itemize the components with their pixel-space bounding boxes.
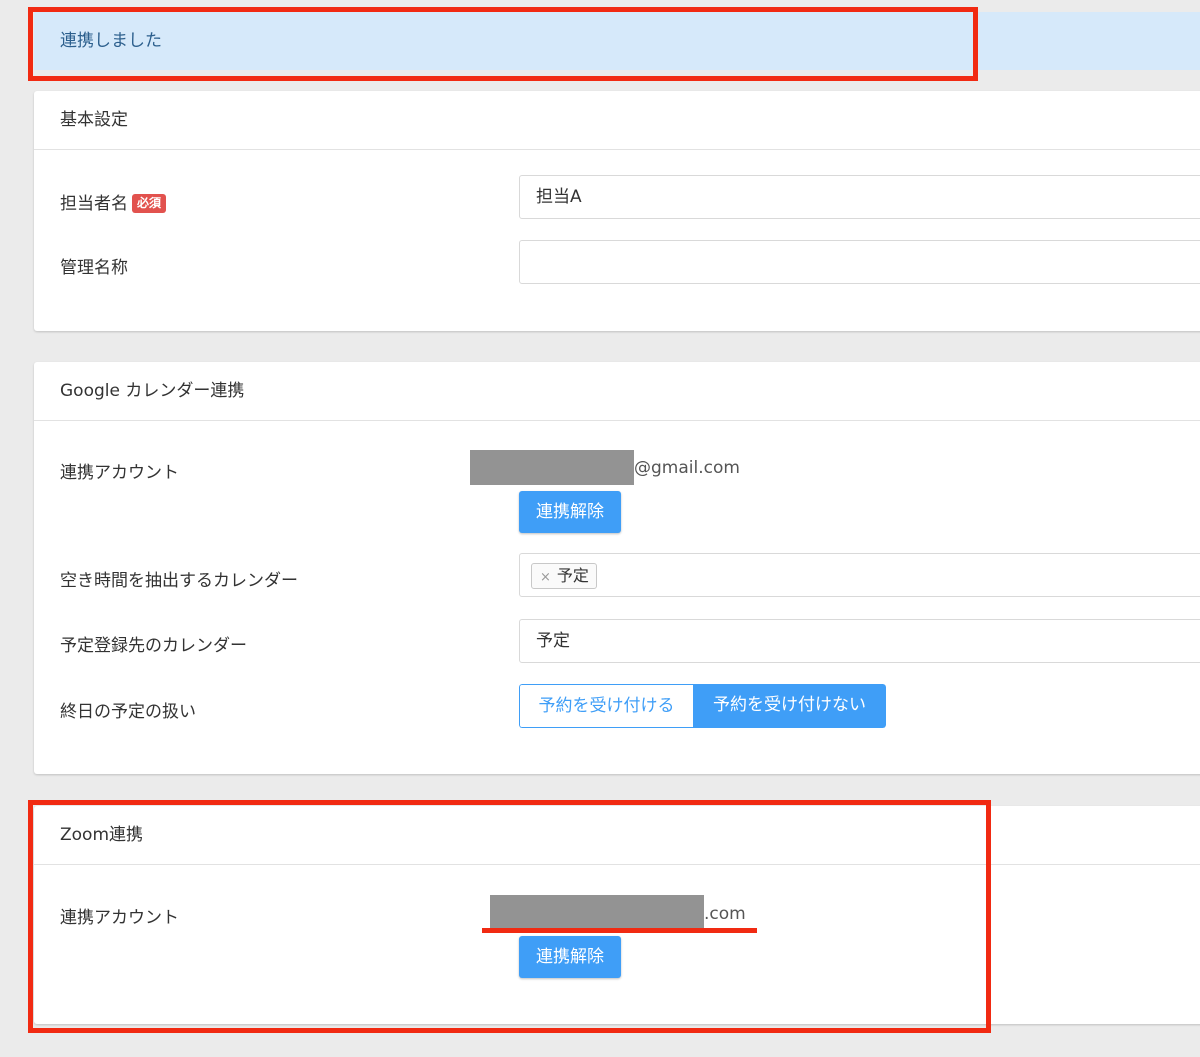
free-calendar-label: 空き時間を抽出するカレンダー	[60, 571, 298, 591]
calendar-tag: × 予定	[531, 563, 597, 589]
panel-title: 基本設定	[34, 91, 1200, 150]
basic-settings-panel: 基本設定 担当者名 必須 担当A 管理名称	[34, 91, 1200, 331]
redacted-email	[470, 450, 634, 485]
success-alert: 連携しました	[34, 12, 1200, 70]
required-badge: 必須	[132, 194, 167, 213]
zoom-panel: Zoom連携 連携アカウント .com 連携解除	[34, 806, 1200, 1024]
register-calendar-select[interactable]: 予定	[519, 619, 1200, 663]
google-account-email: @gmail.com	[634, 458, 740, 478]
allday-toggle: 予約を受け付ける 予約を受け付けない	[519, 684, 886, 728]
panel-title: Google カレンダー連携	[34, 362, 1200, 421]
google-unlink-button[interactable]: 連携解除	[519, 491, 621, 533]
zoom-account-label: 連携アカウント	[60, 908, 179, 928]
redacted-email	[490, 895, 704, 930]
allday-option-accept[interactable]: 予約を受け付ける	[519, 684, 693, 728]
admin-name-input[interactable]	[519, 240, 1200, 284]
admin-name-label: 管理名称	[60, 258, 128, 278]
allday-label: 終日の予定の扱い	[60, 702, 196, 722]
person-name-label: 担当者名 必須	[60, 189, 167, 214]
google-account-label: 連携アカウント	[60, 463, 179, 483]
register-calendar-label: 予定登録先のカレンダー	[60, 636, 247, 656]
panel-title: Zoom連携	[34, 806, 1200, 865]
allday-option-reject[interactable]: 予約を受け付けない	[693, 684, 886, 728]
zoom-account-email: .com	[704, 904, 746, 924]
remove-tag-icon[interactable]: ×	[540, 570, 551, 585]
zoom-unlink-button[interactable]: 連携解除	[519, 936, 621, 978]
person-name-input[interactable]: 担当A	[519, 175, 1200, 219]
free-calendar-select[interactable]: × 予定	[519, 553, 1200, 597]
alert-message: 連携しました	[60, 31, 162, 51]
google-calendar-panel: Google カレンダー連携 連携アカウント @gmail.com 連携解除 空…	[34, 362, 1200, 774]
page: 連携しました 基本設定 担当者名 必須 担当A 管理名称 Google カレンダー…	[0, 0, 1200, 1057]
